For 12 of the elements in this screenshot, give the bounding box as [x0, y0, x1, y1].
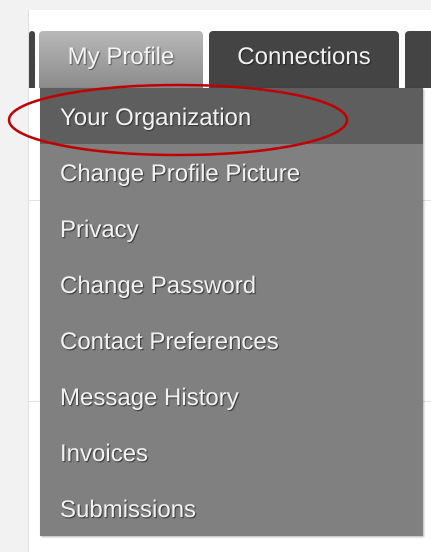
menu-item[interactable]: Privacy: [40, 200, 423, 256]
tab[interactable]: Connections: [209, 31, 399, 88]
tab[interactable]: My Profile: [39, 31, 203, 88]
menu-item[interactable]: Your Organization: [40, 88, 423, 144]
tab[interactable]: [405, 31, 431, 88]
menu-item[interactable]: Change Password: [40, 256, 423, 312]
menu-item[interactable]: Contact Preferences: [40, 312, 423, 368]
menu-item[interactable]: Change Profile Picture: [40, 144, 423, 200]
menu-item[interactable]: Submissions: [40, 480, 423, 536]
menu-item[interactable]: Message History: [40, 368, 423, 424]
tab[interactable]: [29, 31, 35, 88]
menu-item[interactable]: Invoices: [40, 424, 423, 480]
